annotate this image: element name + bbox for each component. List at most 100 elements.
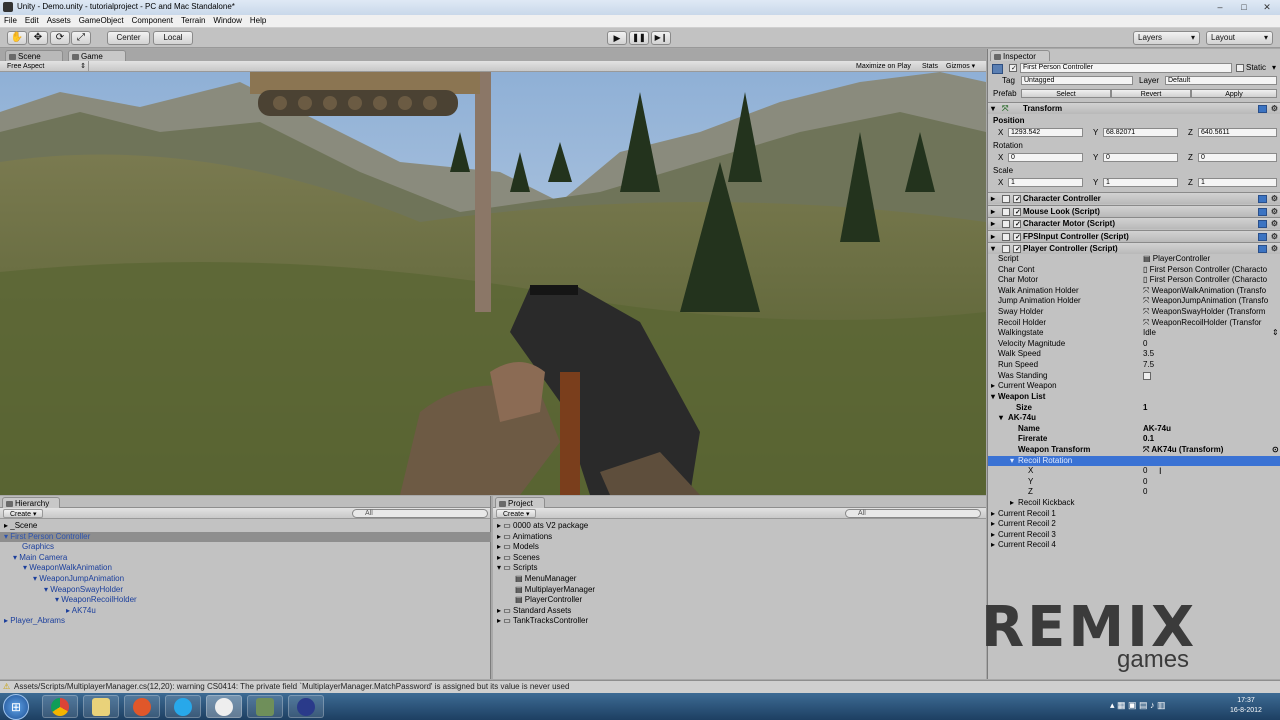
folder-item[interactable]: ▾ ▭ Scripts bbox=[493, 563, 986, 574]
position-x-field[interactable]: 1293.542 bbox=[1008, 128, 1083, 137]
name-field[interactable]: AK-74u bbox=[1143, 424, 1171, 435]
static-checkbox[interactable] bbox=[1236, 64, 1244, 72]
help-book-icon[interactable] bbox=[1258, 208, 1267, 216]
size-field[interactable]: 1 bbox=[1143, 403, 1147, 414]
component-player-controller[interactable]: ▾Player Controller (Script)⚙ bbox=[988, 242, 1280, 254]
folder-item[interactable]: ▸ ▭ 0000 ats V2 package bbox=[493, 521, 986, 532]
current-recoil-row[interactable]: ▸ Current Recoil 3 bbox=[988, 530, 1280, 541]
prop-value[interactable]: ⤧ WeaponJumpAnimation (Transfo bbox=[1143, 296, 1268, 307]
gear-icon[interactable]: ⚙ bbox=[1271, 193, 1278, 205]
component-character-controller[interactable]: ▸ Character Controller ⚙ bbox=[988, 192, 1280, 204]
tab-hierarchy[interactable]: Hierarchy bbox=[2, 497, 60, 508]
active-checkbox[interactable] bbox=[1009, 64, 1017, 72]
folder-item[interactable]: ▸ ▭ Scenes bbox=[493, 553, 986, 564]
component-character-motor[interactable]: ▸ Character Motor (Script) ⚙ bbox=[988, 217, 1280, 229]
rotation-x-field[interactable]: 0 bbox=[1008, 153, 1083, 162]
tag-dropdown[interactable]: Untagged bbox=[1021, 76, 1133, 85]
minimize-icon[interactable]: – bbox=[1212, 1, 1228, 13]
gizmos-toggle[interactable]: Gizmos ▾ bbox=[946, 61, 975, 72]
enabled-checkbox[interactable] bbox=[1013, 195, 1021, 203]
aspect-dropdown[interactable]: Free Aspect ⇕ bbox=[3, 61, 89, 72]
project-create-button[interactable]: Create ▾ bbox=[496, 509, 537, 518]
taskbar-app[interactable] bbox=[288, 695, 324, 718]
script-item[interactable]: ▤ MultiplayerManager bbox=[493, 585, 986, 596]
chevron-down-icon[interactable]: ▾ bbox=[1272, 62, 1276, 74]
tree-item[interactable]: ▾ WeaponRecoilHolder bbox=[0, 595, 491, 606]
prop-value[interactable]: ⤧ WeaponWalkAnimation (Transfo bbox=[1143, 286, 1266, 297]
prop-value[interactable]: ▯ First Person Controller (Characto bbox=[1143, 275, 1267, 286]
taskbar-unity[interactable] bbox=[206, 695, 242, 718]
tree-item[interactable]: ▸ AK74u bbox=[0, 606, 491, 617]
menu-terrain[interactable]: Terrain bbox=[177, 15, 209, 25]
gear-icon[interactable]: ⚙ bbox=[1271, 218, 1278, 230]
menu-component[interactable]: Component bbox=[128, 15, 177, 25]
menu-assets[interactable]: Assets bbox=[43, 15, 75, 25]
folder-item[interactable]: ▸ ▭ Models bbox=[493, 542, 986, 553]
current-recoil-row[interactable]: ▸ Current Recoil 1 bbox=[988, 509, 1280, 520]
run-speed-field[interactable]: 7.5 bbox=[1143, 360, 1154, 371]
enabled-checkbox[interactable] bbox=[1013, 220, 1021, 228]
tree-item[interactable]: ▸ Player_Abrams bbox=[0, 616, 491, 627]
maximize-icon[interactable]: □ bbox=[1236, 1, 1252, 13]
stats-toggle[interactable]: Stats bbox=[922, 61, 938, 72]
taskbar-app[interactable] bbox=[124, 695, 160, 718]
help-book-icon[interactable] bbox=[1258, 233, 1267, 241]
component-mouse-look[interactable]: ▸Mouse Look (Script)⚙ bbox=[988, 205, 1280, 217]
step-icon[interactable]: ▶❙ bbox=[651, 31, 671, 45]
tree-item[interactable]: ▾ WeaponJumpAnimation bbox=[0, 574, 491, 585]
hierarchy-search-input[interactable]: All bbox=[352, 509, 488, 518]
help-book-icon[interactable] bbox=[1258, 245, 1267, 253]
layer-dropdown[interactable]: Default bbox=[1165, 76, 1277, 85]
enabled-checkbox[interactable] bbox=[1013, 233, 1021, 241]
help-book-icon[interactable] bbox=[1258, 220, 1267, 228]
prop-value[interactable]: ▤ PlayerController bbox=[1143, 254, 1210, 265]
weapon-transform-field[interactable]: ⤧ AK74u (Transform) bbox=[1143, 445, 1223, 456]
folder-item[interactable]: ▸ ▭ Standard Assets bbox=[493, 606, 986, 617]
maximize-on-play-toggle[interactable]: Maximize on Play bbox=[856, 61, 911, 72]
console-status-bar[interactable]: ⚠ Assets/Scripts/MultiplayerManager.cs(1… bbox=[0, 680, 1280, 693]
prefab-revert-button[interactable]: Revert bbox=[1111, 89, 1191, 98]
scale-y-field[interactable]: 1 bbox=[1103, 178, 1178, 187]
folder-item[interactable]: ▸ ▭ Animations bbox=[493, 532, 986, 543]
close-icon[interactable]: ✕ bbox=[1259, 1, 1275, 13]
gear-icon[interactable]: ⚙ bbox=[1271, 103, 1278, 115]
tree-item[interactable]: ▾ Main Camera bbox=[0, 553, 491, 564]
folder-item[interactable]: ▸ ▭ TankTracksController bbox=[493, 616, 986, 627]
recoil-kickback-row[interactable]: ▸ Recoil Kickback bbox=[988, 498, 1280, 509]
recoil-rotation-row-selected[interactable]: ▾ Recoil Rotation bbox=[988, 455, 1280, 467]
walkingstate-dropdown[interactable]: Idle bbox=[1143, 328, 1156, 339]
help-book-icon[interactable] bbox=[1258, 195, 1267, 203]
component-transform[interactable]: ▾ ⤧ Transform ⚙ bbox=[988, 102, 1280, 114]
recoil-z-field[interactable]: 0 bbox=[1143, 487, 1147, 498]
project-search-input[interactable]: All bbox=[845, 509, 981, 518]
velocity-magnitude-field[interactable]: 0 bbox=[1143, 339, 1147, 350]
enabled-checkbox[interactable] bbox=[1013, 208, 1021, 216]
menu-file[interactable]: File bbox=[0, 15, 21, 25]
taskbar-explorer[interactable] bbox=[83, 695, 119, 718]
enabled-checkbox[interactable] bbox=[1013, 245, 1021, 253]
system-tray-icons[interactable]: ▴ ▦ ▣ ▤ ♪ ▥ bbox=[1110, 700, 1200, 714]
component-fpsinput-controller[interactable]: ▸FPSInput Controller (Script)⚙ bbox=[988, 230, 1280, 242]
prop-value[interactable]: ⤧ WeaponRecoilHolder (Transfor bbox=[1143, 318, 1261, 329]
tree-item[interactable]: ▸ _Scene bbox=[0, 521, 491, 532]
script-item[interactable]: ▤ PlayerController bbox=[493, 595, 986, 606]
position-z-field[interactable]: 640.5611 bbox=[1198, 128, 1277, 137]
walk-speed-field[interactable]: 3.5 bbox=[1143, 349, 1154, 360]
recoil-x-field[interactable]: 0 bbox=[1143, 466, 1147, 477]
was-standing-checkbox[interactable] bbox=[1143, 371, 1151, 380]
rotation-y-field[interactable]: 0 bbox=[1103, 153, 1178, 162]
help-book-icon[interactable] bbox=[1258, 105, 1267, 113]
object-picker-icon[interactable]: ⊙ bbox=[1272, 445, 1279, 456]
prefab-select-button[interactable]: Select bbox=[1021, 89, 1111, 98]
hand-tool-icon[interactable]: ✋ bbox=[7, 31, 27, 45]
object-name-field[interactable]: First Person Controller bbox=[1020, 63, 1232, 73]
tree-item-selected[interactable]: ▾ First Person Controller bbox=[0, 531, 491, 543]
firerate-field[interactable]: 0.1 bbox=[1143, 434, 1154, 445]
scale-tool-icon[interactable]: ⤢ bbox=[71, 31, 91, 45]
position-y-field[interactable]: 68.82071 bbox=[1103, 128, 1178, 137]
prop-value[interactable]: ⤧ WeaponSwayHolder (Transform bbox=[1143, 307, 1265, 318]
script-item[interactable]: ▤ MenuManager bbox=[493, 574, 986, 585]
weapon-list-row[interactable]: ▾ Weapon List bbox=[988, 392, 1280, 403]
menu-gameobject[interactable]: GameObject bbox=[75, 15, 128, 25]
current-recoil-row[interactable]: ▸ Current Recoil 4 bbox=[988, 540, 1280, 551]
